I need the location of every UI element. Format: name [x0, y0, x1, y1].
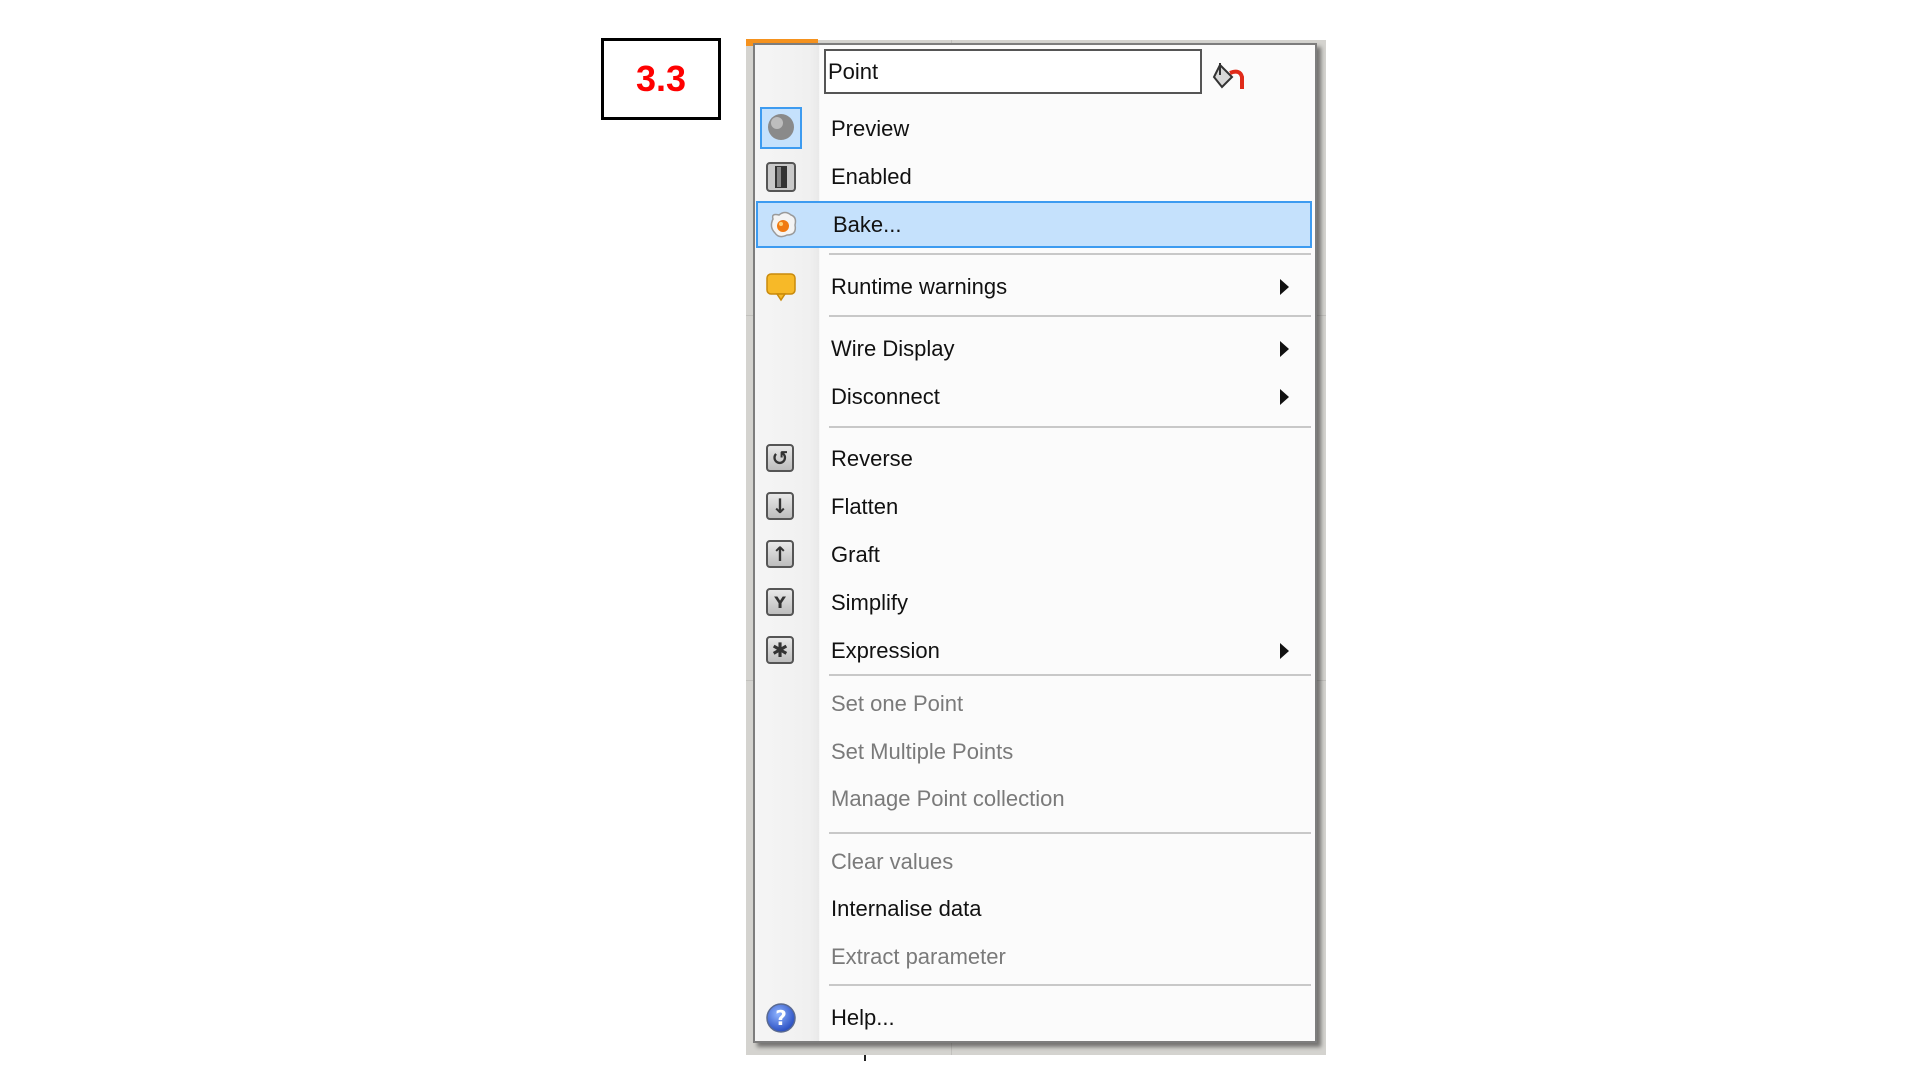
menu-separator [829, 253, 1311, 255]
menu-item-set-one-point: Set one Point [755, 681, 1315, 727]
submenu-arrow-icon [1280, 389, 1289, 405]
submenu-arrow-icon [1280, 643, 1289, 659]
menu-separator [829, 426, 1311, 428]
menu-item-enabled[interactable]: Enabled [755, 154, 1315, 200]
menu-item-simplify[interactable]: Y Simplify [755, 580, 1315, 626]
menu-item-label: Internalise data [831, 896, 982, 921]
menu-separator [829, 984, 1311, 986]
simplify-icon: Y [766, 588, 794, 616]
menu-item-label: Flatten [831, 494, 899, 519]
menu-separator [829, 674, 1311, 676]
menu-item-label: Runtime warnings [831, 274, 1008, 299]
step-label: 3.3 [601, 38, 721, 120]
menu-item-label: Wire Display [831, 336, 955, 361]
menu-item-bake[interactable]: Bake... [756, 201, 1312, 248]
menu-item-internalise-data[interactable]: Internalise data [755, 886, 1315, 932]
menu-item-preview[interactable]: Preview [755, 106, 1315, 152]
menu-item-label: Clear values [831, 849, 954, 874]
menu-separator [829, 832, 1311, 834]
menu-item-label: Graft [831, 542, 880, 567]
menu-item-label: Set one Point [831, 691, 964, 716]
menu-separator [829, 315, 1311, 317]
menu-item-reverse[interactable]: ↺ Reverse [755, 436, 1315, 482]
menu-item-graft[interactable]: ↑ Graft [755, 532, 1315, 578]
enabled-toggle-icon [766, 162, 796, 192]
menu-item-runtime-warnings[interactable]: Runtime warnings [755, 264, 1315, 310]
menu-item-label: Preview [831, 116, 910, 141]
menu-item-label: Expression [831, 638, 940, 663]
bake-egg-icon [770, 211, 797, 237]
menu-item-label: Extract parameter [831, 944, 1006, 969]
menu-item-disconnect[interactable]: Disconnect [755, 374, 1315, 420]
menu-item-extract-parameter: Extract parameter [755, 934, 1315, 980]
paint-bucket-icon[interactable] [1210, 61, 1248, 93]
menu-item-expression[interactable]: ✱ Expression [755, 628, 1315, 674]
flatten-arrow-down-icon: ↓ [766, 492, 794, 520]
menu-item-label: Bake... [833, 211, 902, 237]
context-menu: Preview Enabled Bake... Runtime warnings… [753, 43, 1317, 1043]
menu-item-label: Manage Point collection [831, 786, 1065, 811]
menu-item-label: Reverse [831, 446, 913, 471]
help-question-icon: ? [766, 1003, 796, 1033]
menu-item-manage-point-collection: Manage Point collection [755, 776, 1315, 822]
wire-tick [864, 1055, 866, 1061]
menu-item-clear-values: Clear values [755, 839, 1315, 885]
menu-item-label: Disconnect [831, 384, 940, 409]
svg-text:?: ? [775, 1006, 787, 1030]
name-field[interactable] [824, 49, 1202, 94]
menu-item-label: Simplify [831, 590, 909, 615]
preview-sphere-icon [760, 107, 802, 149]
menu-item-label: Set Multiple Points [831, 739, 1014, 764]
menu-item-wire-display[interactable]: Wire Display [755, 326, 1315, 372]
menu-item-help[interactable]: ? Help... [755, 995, 1315, 1041]
expression-asterisk-icon: ✱ [766, 636, 794, 664]
reverse-icon: ↺ [766, 444, 794, 472]
menu-item-label: Enabled [831, 164, 912, 189]
submenu-arrow-icon [1280, 341, 1289, 357]
menu-item-label: Help... [831, 1005, 895, 1030]
warning-balloon-icon [766, 273, 796, 302]
menu-item-flatten[interactable]: ↓ Flatten [755, 484, 1315, 530]
menu-item-set-multiple-points: Set Multiple Points [755, 729, 1315, 775]
submenu-arrow-icon [1280, 279, 1289, 295]
graft-arrow-up-icon: ↑ [766, 540, 794, 568]
